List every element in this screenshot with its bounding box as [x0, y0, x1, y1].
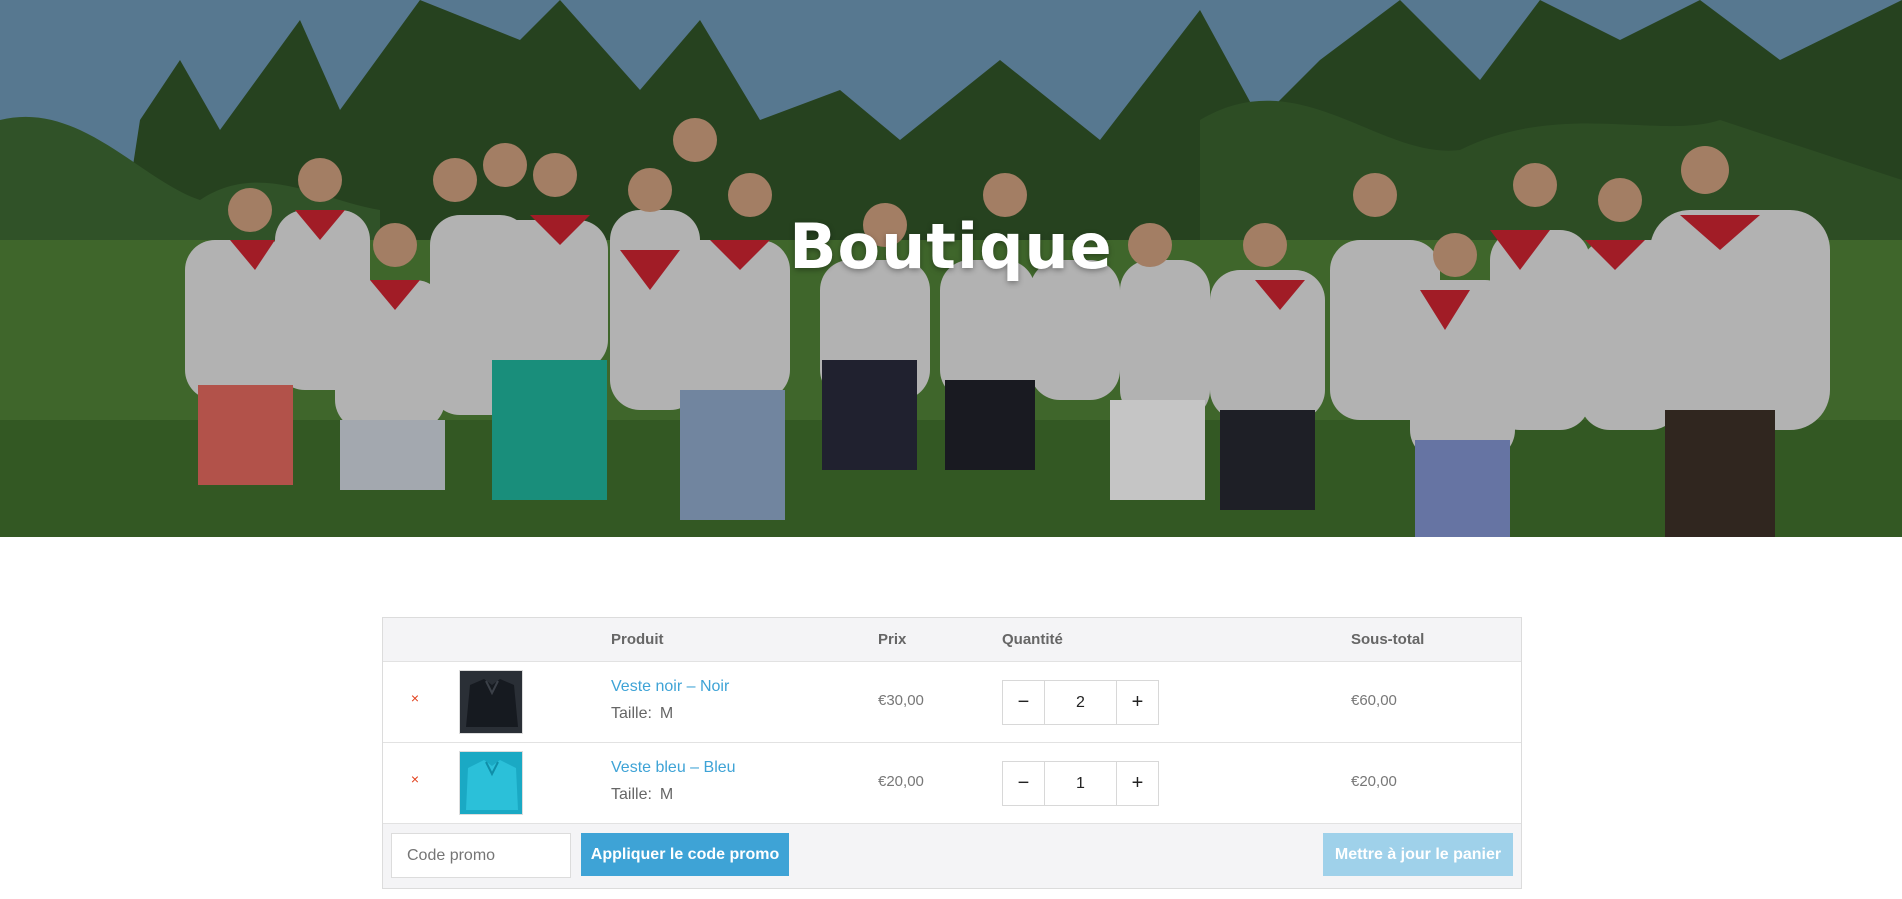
black-jacket-image [460, 671, 522, 733]
quantity-increase-button[interactable]: + [1116, 762, 1158, 805]
product-price: €30,00 [878, 692, 924, 709]
cart-row: × Veste noir – Noir Taille: M €30,00 − 2 … [383, 662, 1521, 743]
hero-banner: Boutique [0, 0, 1902, 537]
remove-item-icon[interactable]: × [407, 690, 423, 706]
page-title: Boutique [789, 210, 1113, 283]
cart-table: Produit Prix Quantité Sous-total × Veste… [382, 617, 1522, 889]
product-name-link[interactable]: Veste noir – Noir [611, 678, 729, 696]
header-subtotal: Sous-total [1351, 631, 1425, 648]
apply-coupon-button[interactable]: Appliquer le code promo [581, 833, 789, 876]
cart-table-header: Produit Prix Quantité Sous-total [383, 618, 1521, 662]
quantity-increase-button[interactable]: + [1116, 681, 1158, 724]
quantity-input[interactable]: 2 [1045, 681, 1116, 724]
remove-item-icon[interactable]: × [407, 771, 423, 787]
quantity-stepper: − 1 + [1002, 761, 1159, 806]
update-cart-button[interactable]: Mettre à jour le panier [1323, 833, 1513, 876]
product-subtotal: €60,00 [1351, 692, 1397, 709]
variation-label: Taille: [611, 786, 652, 803]
product-thumbnail[interactable] [459, 670, 523, 734]
header-quantity: Quantité [1002, 631, 1063, 648]
quantity-decrease-button[interactable]: − [1003, 681, 1045, 724]
variation-value: M [659, 786, 674, 803]
product-variation: Taille: M [611, 705, 673, 723]
product-price: €20,00 [878, 773, 924, 790]
header-product: Produit [611, 631, 664, 648]
cart-actions: Appliquer le code promo Mettre à jour le… [383, 824, 1521, 888]
cart-row: × Veste bleu – Bleu Taille: M €20,00 − 1 … [383, 743, 1521, 824]
coupon-code-input[interactable] [391, 833, 571, 878]
header-price: Prix [878, 631, 907, 648]
product-name-link[interactable]: Veste bleu – Bleu [611, 759, 736, 777]
variation-label: Taille: [611, 705, 652, 722]
blue-jacket-image [460, 752, 522, 814]
product-variation: Taille: M [611, 786, 673, 804]
quantity-stepper: − 2 + [1002, 680, 1159, 725]
product-thumbnail[interactable] [459, 751, 523, 815]
product-subtotal: €20,00 [1351, 773, 1397, 790]
variation-value: M [659, 705, 674, 722]
quantity-decrease-button[interactable]: − [1003, 762, 1045, 805]
quantity-input[interactable]: 1 [1045, 762, 1116, 805]
